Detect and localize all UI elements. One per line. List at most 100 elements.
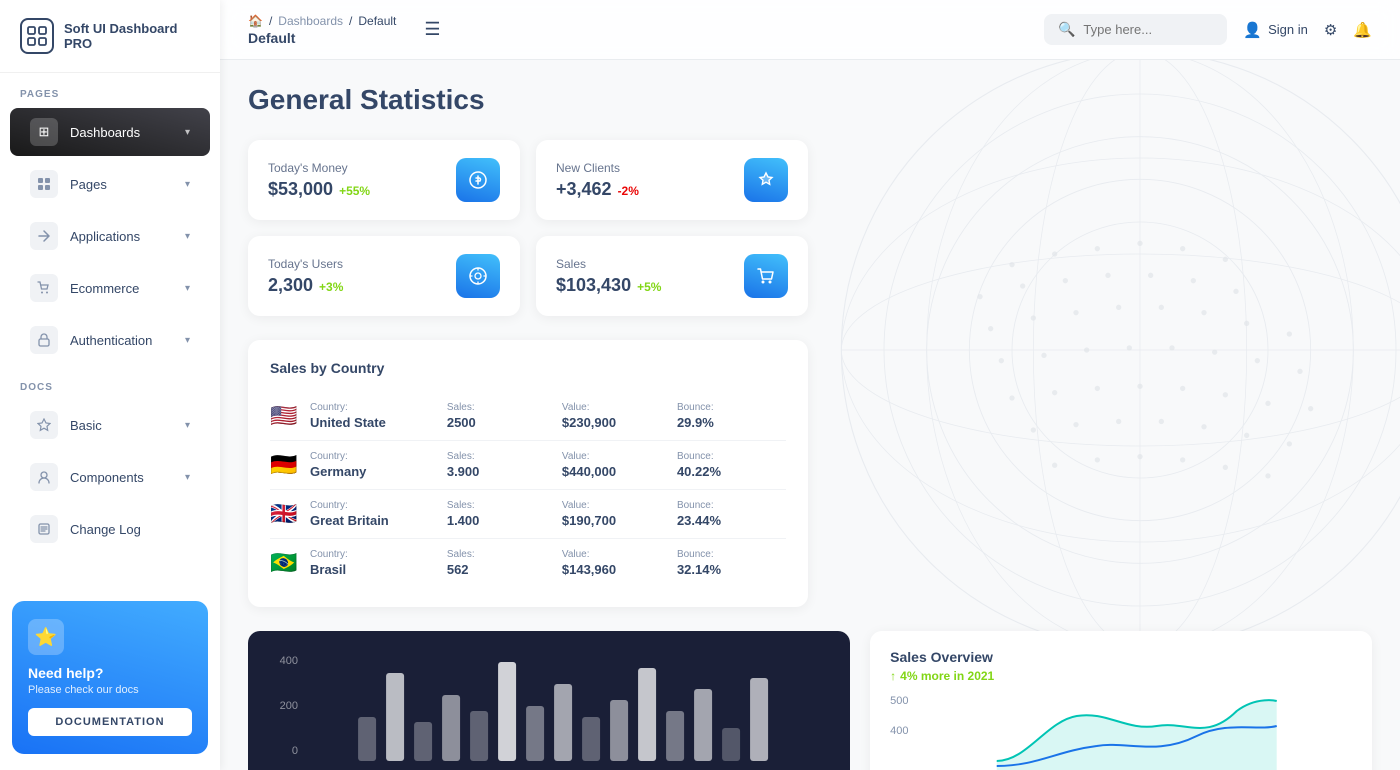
breadcrumb-dashboards[interactable]: Dashboards xyxy=(278,14,343,28)
content-area: General Statistics Today's Money $53,000… xyxy=(220,60,1400,770)
charts-row: 400 200 0 xyxy=(248,631,1372,770)
sales-icon-box xyxy=(744,254,788,298)
sidebar-item-authentication[interactable]: Authentication ▾ xyxy=(10,316,210,364)
sidebar-label-applications: Applications xyxy=(70,229,140,244)
sales-by-country-title: Sales by Country xyxy=(270,360,786,376)
sales-overview-sub: ↑ 4% more in 2021 xyxy=(890,669,1352,683)
stat-value-users: 2,300 xyxy=(268,275,313,296)
stat-value-sales: $103,430 xyxy=(556,275,631,296)
sales-overview-change: 4% more in 2021 xyxy=(900,669,994,683)
sidebar-label-pages: Pages xyxy=(70,177,107,192)
page-title: General Statistics xyxy=(248,84,1372,116)
chevron-down-icon: ▾ xyxy=(185,179,190,190)
stat-card-new-clients: New Clients +3,462 -2% xyxy=(536,140,808,220)
header-right: 🔍 👤 Sign in ⚙ 🔔 xyxy=(1044,14,1372,45)
stat-label-sales: Sales xyxy=(556,257,661,271)
search-icon: 🔍 xyxy=(1058,21,1075,38)
header: 🏠 / Dashboards / Default Default ☰ 🔍 👤 S… xyxy=(220,0,1400,60)
br-flag: 🇧🇷 xyxy=(270,550,300,576)
sidebar-item-dashboards[interactable]: ⊞ Dashboards ▾ xyxy=(10,108,210,156)
us-country: United State xyxy=(310,415,441,430)
pages-icon xyxy=(30,170,58,198)
stat-change-users: +3% xyxy=(319,280,343,294)
gb-value: $190,700 xyxy=(562,513,671,528)
chevron-down-icon: ▾ xyxy=(185,472,190,483)
sales-overview-title: Sales Overview xyxy=(890,649,1352,665)
us-sales: 2500 xyxy=(447,415,556,430)
applications-icon xyxy=(30,222,58,250)
bar-chart-svg xyxy=(314,651,830,761)
signin-action[interactable]: 👤 Sign in xyxy=(1243,21,1307,39)
changelog-icon xyxy=(30,515,58,543)
sidebar-label-changelog: Change Log xyxy=(70,522,141,537)
dashboards-icon: ⊞ xyxy=(30,118,58,146)
money-icon-box xyxy=(456,158,500,202)
sidebar-label-basic: Basic xyxy=(70,418,102,433)
br-sales: 562 xyxy=(447,562,556,577)
basic-icon xyxy=(30,411,58,439)
de-flag: 🇩🇪 xyxy=(270,452,300,478)
stat-change-money: +55% xyxy=(339,184,370,198)
breadcrumb-path: 🏠 / Dashboards / Default xyxy=(248,14,396,28)
overview-y-400: 400 xyxy=(890,725,908,737)
overview-y-500: 500 xyxy=(890,695,908,707)
search-box: 🔍 xyxy=(1044,14,1227,45)
help-box: ⭐ Need help? Please check our docs DOCUM… xyxy=(12,601,208,754)
sidebar-item-basic[interactable]: Basic ▾ xyxy=(10,401,210,449)
chevron-down-icon: ▾ xyxy=(185,127,190,138)
sidebar-item-components[interactable]: Components ▾ xyxy=(10,453,210,501)
home-icon[interactable]: 🏠 xyxy=(248,14,263,28)
sidebar-label-components: Components xyxy=(70,470,144,485)
sales-overview-card: Sales Overview ↑ 4% more in 2021 500 400 xyxy=(870,631,1372,770)
search-input[interactable] xyxy=(1083,22,1213,37)
bar-chart-card: 400 200 0 xyxy=(248,631,850,770)
documentation-button[interactable]: DOCUMENTATION xyxy=(28,708,192,736)
de-bounce: 40.22% xyxy=(677,464,786,479)
us-bounce: 29.9% xyxy=(677,415,786,430)
sidebar-item-applications[interactable]: Applications ▾ xyxy=(10,212,210,260)
us-value: $230,900 xyxy=(562,415,671,430)
de-country: Germany xyxy=(310,464,441,479)
clients-icon-box xyxy=(744,158,788,202)
menu-icon[interactable]: ☰ xyxy=(424,19,440,40)
de-value: $440,000 xyxy=(562,464,671,479)
stat-card-todays-money: Today's Money $53,000 +55% xyxy=(248,140,520,220)
sidebar-section-docs: DOCS xyxy=(0,366,220,399)
br-bounce: 32.14% xyxy=(677,562,786,577)
trend-up-icon: ↑ xyxy=(890,669,896,683)
ecommerce-icon xyxy=(30,274,58,302)
settings-icon[interactable]: ⚙ xyxy=(1324,21,1337,39)
country-row-gb: 🇬🇧 Country: Great Britain Sales: 1.400 xyxy=(270,490,786,539)
stat-value-clients: +3,462 xyxy=(556,179,612,200)
content-inner: General Statistics Today's Money $53,000… xyxy=(248,84,1372,770)
users-icon-box xyxy=(456,254,500,298)
help-title: Need help? xyxy=(28,665,192,681)
gb-country: Great Britain xyxy=(310,513,441,528)
bell-icon[interactable]: 🔔 xyxy=(1353,21,1372,39)
app-name: Soft UI Dashboard PRO xyxy=(64,21,200,51)
country-row-de: 🇩🇪 Country: Germany Sales: 3.900 xyxy=(270,441,786,490)
sidebar-item-ecommerce[interactable]: Ecommerce ▾ xyxy=(10,264,210,312)
y-label-400: 400 xyxy=(268,655,298,667)
stat-label-money: Today's Money xyxy=(268,161,370,175)
help-star-icon: ⭐ xyxy=(28,619,64,655)
country-row-us: 🇺🇸 Country: United State Sales: 2500 xyxy=(270,392,786,441)
country-row-br: 🇧🇷 Country: Brasil Sales: 562 xyxy=(270,539,786,587)
sidebar-section-pages: PAGES xyxy=(0,73,220,106)
sidebar-label-authentication: Authentication xyxy=(70,333,152,348)
header-left: 🏠 / Dashboards / Default Default ☰ xyxy=(248,14,441,46)
chevron-down-icon: ▾ xyxy=(185,335,190,346)
de-sales: 3.900 xyxy=(447,464,556,479)
y-label-200: 200 xyxy=(268,700,298,712)
sidebar-item-pages[interactable]: Pages ▾ xyxy=(10,160,210,208)
sidebar-item-changelog[interactable]: Change Log xyxy=(10,505,210,553)
sales-overview-chart xyxy=(921,691,1352,770)
authentication-icon xyxy=(30,326,58,354)
stat-label-users: Today's Users xyxy=(268,257,343,271)
logo-icon xyxy=(20,18,54,54)
stat-card-sales: Sales $103,430 +5% xyxy=(536,236,808,316)
breadcrumb-title: Default xyxy=(248,30,396,46)
y-label-0: 0 xyxy=(268,745,298,757)
bar-chart-y-labels: 400 200 0 xyxy=(268,651,298,761)
chevron-down-icon: ▾ xyxy=(185,420,190,431)
